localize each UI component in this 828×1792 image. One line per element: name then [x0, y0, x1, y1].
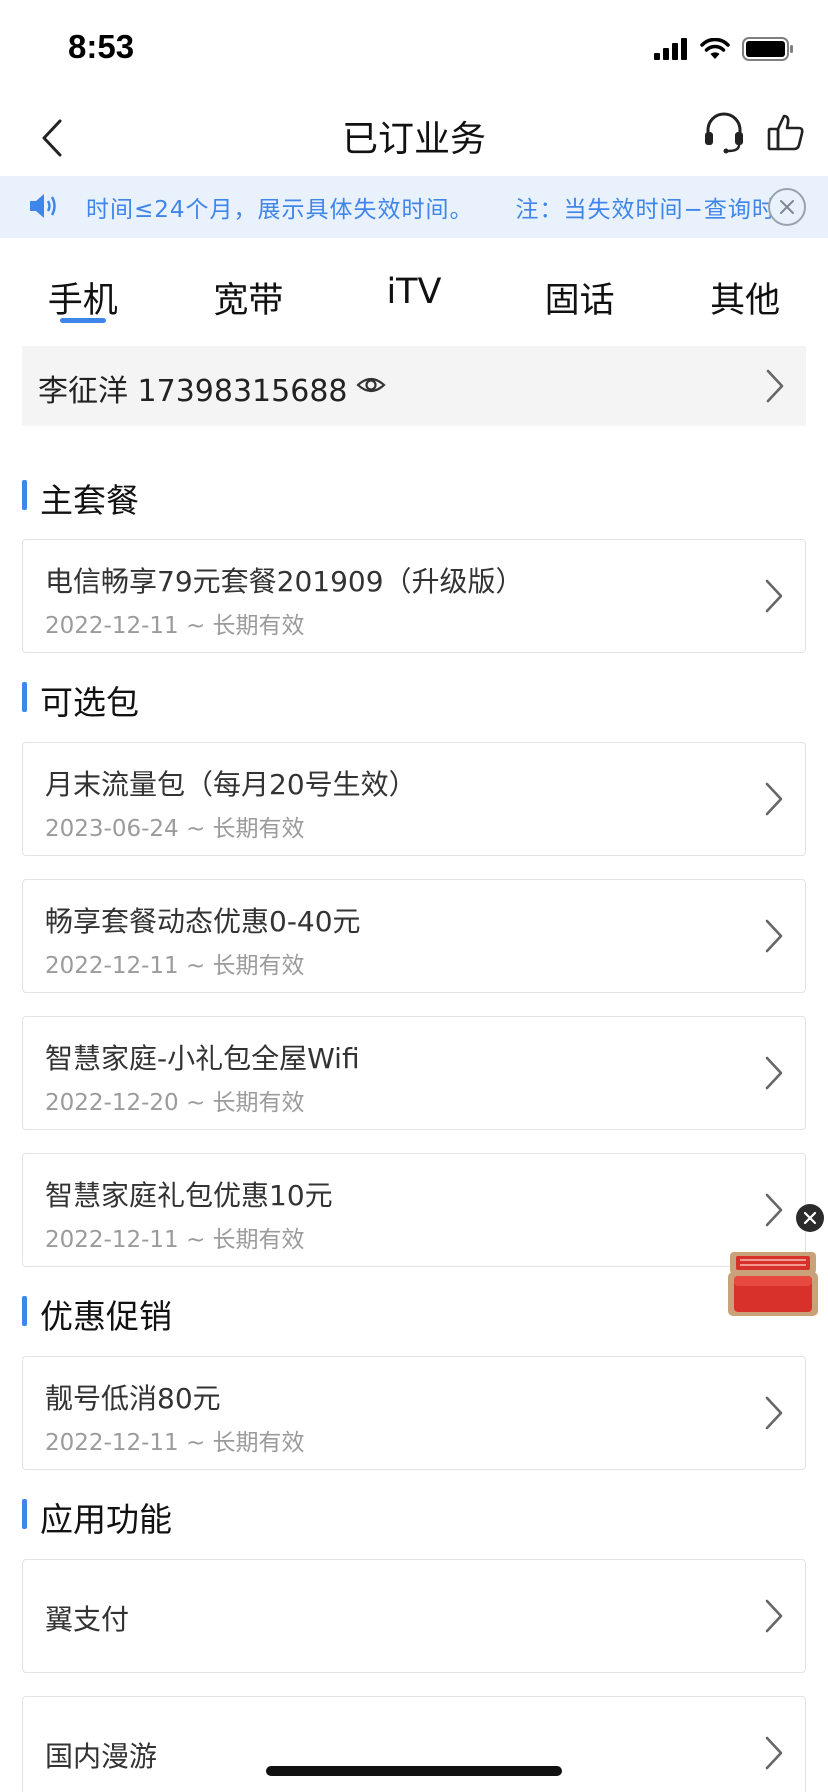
tab-label: 宽带	[213, 281, 284, 321]
chevron-right-icon	[765, 579, 783, 613]
list-item-promo[interactable]: 靓号低消80元 2022-12-11 ~ 长期有效	[22, 1356, 806, 1470]
chevron-right-icon	[765, 1396, 783, 1430]
item-name: 智慧家庭-小礼包全屋Wifi	[45, 1042, 360, 1075]
tab-broadband[interactable]: 宽带	[166, 262, 332, 328]
tab-label: 其他	[710, 281, 781, 321]
tab-bar: 手机 宽带 iTV 固话 其他	[0, 262, 828, 328]
home-indicator	[266, 1766, 562, 1776]
item-name: 翼支付	[45, 1603, 130, 1636]
list-item-main-plan[interactable]: 电信畅享79元套餐201909（升级版） 2022-12-11 ~ 长期有效	[22, 539, 806, 653]
thumbs-up-icon[interactable]	[766, 112, 806, 152]
nav-actions	[702, 110, 806, 154]
status-bar: 8:53	[0, 0, 828, 100]
eye-icon[interactable]	[356, 370, 386, 400]
section-title-promo: 优惠促销	[22, 1290, 172, 1336]
notice-text-part1: 时间≤24个月，展示具体失效时间。	[86, 197, 474, 223]
tab-label: 手机	[47, 281, 118, 321]
speaker-icon	[30, 194, 56, 218]
item-name: 月末流量包（每月20号生效）	[45, 768, 417, 801]
section-title-apps: 应用功能	[22, 1493, 172, 1539]
notice-close-button[interactable]	[768, 188, 806, 226]
list-item-optional[interactable]: 畅享套餐动态优惠0-40元 2022-12-11 ~ 长期有效	[22, 879, 806, 993]
list-item-optional[interactable]: 智慧家庭-小礼包全屋Wifi 2022-12-20 ~ 长期有效	[22, 1016, 806, 1130]
item-date: 2022-12-11 ~ 长期有效	[45, 613, 305, 639]
customer-service-headset-icon[interactable]	[702, 110, 746, 154]
item-date: 2022-12-11 ~ 长期有效	[45, 1430, 305, 1456]
section-title-main-plan: 主套餐	[22, 474, 139, 520]
gift-box-icon[interactable]	[726, 1250, 820, 1318]
notice-text: 时间≤24个月，展示具体失效时间。 注：当失效时间−查询时	[86, 190, 776, 224]
tab-itv[interactable]: iTV	[331, 262, 497, 328]
close-icon	[780, 200, 794, 214]
chevron-right-icon	[766, 369, 784, 403]
list-item-optional[interactable]: 月末流量包（每月20号生效） 2023-06-24 ~ 长期有效	[22, 742, 806, 856]
item-date: 2022-12-20 ~ 长期有效	[45, 1090, 305, 1116]
item-date: 2022-12-11 ~ 长期有效	[45, 1227, 305, 1253]
battery-icon	[742, 37, 793, 61]
close-icon	[803, 1211, 817, 1225]
notice-banner: 时间≤24个月，展示具体失效时间。 注：当失效时间−查询时	[0, 176, 828, 238]
item-date: 2022-12-11 ~ 长期有效	[45, 953, 305, 979]
chevron-right-icon	[765, 782, 783, 816]
chevron-right-icon	[765, 1056, 783, 1090]
item-name: 电信畅享79元套餐201909（升级版）	[45, 565, 524, 598]
chevron-right-icon	[765, 919, 783, 953]
list-item-app[interactable]: 翼支付	[22, 1559, 806, 1673]
item-name: 畅享套餐动态优惠0-40元	[45, 905, 361, 938]
status-icons	[654, 34, 794, 64]
tab-mobile[interactable]: 手机	[0, 262, 166, 328]
floating-close-button[interactable]	[796, 1204, 824, 1232]
tab-other[interactable]: 其他	[662, 262, 828, 328]
chevron-right-icon	[765, 1193, 783, 1227]
section-title-optional: 可选包	[22, 676, 139, 722]
account-name-phone: 李征洋 17398315688	[38, 374, 348, 409]
status-time: 8:53	[68, 28, 135, 65]
item-name: 智慧家庭礼包优惠10元	[45, 1179, 333, 1212]
tab-active-indicator	[59, 318, 106, 323]
tab-landline[interactable]: 固话	[497, 262, 663, 328]
notice-text-part2: 注：当失效时间−查询时	[515, 197, 776, 223]
nav-bar: 已订业务	[0, 100, 828, 176]
list-item-app[interactable]: 国内漫游	[22, 1696, 806, 1792]
tab-label: iTV	[386, 272, 442, 312]
list-item-optional[interactable]: 智慧家庭礼包优惠10元 2022-12-11 ~ 长期有效	[22, 1153, 806, 1267]
wifi-icon	[700, 38, 730, 59]
item-name: 靓号低消80元	[45, 1382, 221, 1415]
item-name: 国内漫游	[45, 1740, 158, 1773]
account-selector[interactable]: 李征洋 17398315688	[22, 346, 806, 426]
chevron-right-icon	[765, 1599, 783, 1633]
tab-label: 固话	[544, 281, 615, 321]
item-date: 2023-06-24 ~ 长期有效	[45, 816, 305, 842]
cellular-signal-icon	[654, 38, 687, 60]
chevron-right-icon	[765, 1736, 783, 1770]
